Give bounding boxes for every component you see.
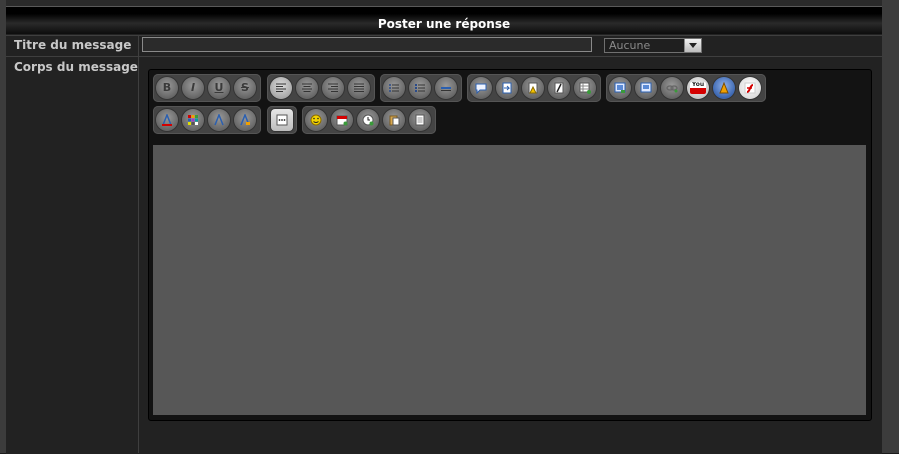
font-face-button[interactable] <box>234 109 256 131</box>
horizontal-rule-button[interactable] <box>435 77 457 99</box>
color-grid-icon <box>188 115 198 125</box>
align-justify-icon <box>354 83 364 92</box>
document-button[interactable] <box>409 109 431 131</box>
code-button[interactable] <box>496 77 518 99</box>
smiley-icon <box>310 114 322 126</box>
horizontal-rule-icon <box>441 87 451 91</box>
toolbar-group-insert <box>302 106 436 134</box>
toolbar-group-text-style: B I U S <box>153 74 261 102</box>
table-button[interactable] <box>574 77 596 99</box>
quote-button[interactable] <box>470 77 492 99</box>
image-button[interactable] <box>609 77 631 99</box>
image-upload-icon <box>640 82 652 93</box>
bulleted-list-button[interactable] <box>383 77 405 99</box>
font-color-button[interactable] <box>156 109 178 131</box>
font-color-icon <box>162 114 172 126</box>
italic-button[interactable]: I <box>182 77 204 99</box>
youtube-button[interactable]: You <box>687 77 709 99</box>
title-input[interactable] <box>142 37 592 52</box>
numbered-list-icon <box>415 84 425 92</box>
right-border <box>882 0 899 453</box>
flash-icon <box>744 82 756 94</box>
align-left-icon <box>276 83 286 92</box>
font-face-icon <box>240 114 250 126</box>
hide-button[interactable] <box>548 77 570 99</box>
link-icon <box>666 85 678 93</box>
document-icon <box>415 114 425 126</box>
message-body-textarea[interactable] <box>153 145 866 415</box>
time-button[interactable] <box>357 109 379 131</box>
toolbar-group-blocks <box>467 74 601 102</box>
align-right-button[interactable] <box>322 77 344 99</box>
table-icon <box>579 82 591 94</box>
toolbar-group-media: You <box>606 74 766 102</box>
editor-toolbar: B I U S You <box>148 69 872 139</box>
more-options-button[interactable] <box>271 109 293 131</box>
dailymotion-button[interactable] <box>713 77 735 99</box>
more-options-icon <box>276 114 288 126</box>
link-button[interactable] <box>661 77 683 99</box>
align-center-button[interactable] <box>296 77 318 99</box>
paste-icon <box>389 115 400 126</box>
toolbar-group-font <box>153 106 261 134</box>
strikethrough-icon: S <box>241 81 249 94</box>
panel-title: Poster une réponse <box>377 17 511 31</box>
spoiler-icon <box>528 82 538 94</box>
flash-button[interactable] <box>739 77 761 99</box>
toolbar-group-alignment <box>267 74 375 102</box>
smiley-button[interactable] <box>305 109 327 131</box>
image-upload-button[interactable] <box>635 77 657 99</box>
spoiler-button[interactable] <box>522 77 544 99</box>
column-divider <box>138 35 139 453</box>
time-icon <box>362 114 374 126</box>
strikethrough-button[interactable]: S <box>234 77 256 99</box>
youtube-icon: You <box>690 82 706 94</box>
numbered-list-button[interactable] <box>409 77 431 99</box>
code-icon <box>502 82 512 94</box>
toolbar-group-more <box>267 106 297 134</box>
date-button[interactable] <box>331 109 353 131</box>
toolbar-group-lists <box>380 74 462 102</box>
panel-header: Poster une réponse <box>6 7 882 34</box>
underline-button[interactable]: U <box>208 77 230 99</box>
body-label: Corps du message <box>14 60 138 74</box>
align-left-button[interactable] <box>270 77 292 99</box>
select-value: Aucune <box>609 39 651 52</box>
hide-icon <box>554 82 564 94</box>
bold-icon: B <box>162 81 172 94</box>
italic-icon: I <box>190 81 196 94</box>
font-size-icon <box>214 114 224 126</box>
color-grid-button[interactable] <box>182 109 204 131</box>
bold-button[interactable]: B <box>156 77 178 99</box>
font-size-button[interactable] <box>208 109 230 131</box>
youtube-red-band <box>690 88 706 94</box>
align-justify-button[interactable] <box>348 77 370 99</box>
icon-select[interactable]: Aucune <box>604 38 702 53</box>
date-icon <box>336 115 348 126</box>
quote-icon <box>475 83 487 94</box>
align-center-icon <box>302 83 312 92</box>
align-right-icon <box>328 83 338 92</box>
title-label: Titre du message <box>14 38 132 52</box>
image-icon <box>614 82 626 93</box>
bulleted-list-icon <box>389 84 399 92</box>
paste-button[interactable] <box>383 109 405 131</box>
underline-icon: U <box>214 81 224 94</box>
chevron-down-icon[interactable] <box>684 39 701 52</box>
dailymotion-icon <box>719 82 729 94</box>
